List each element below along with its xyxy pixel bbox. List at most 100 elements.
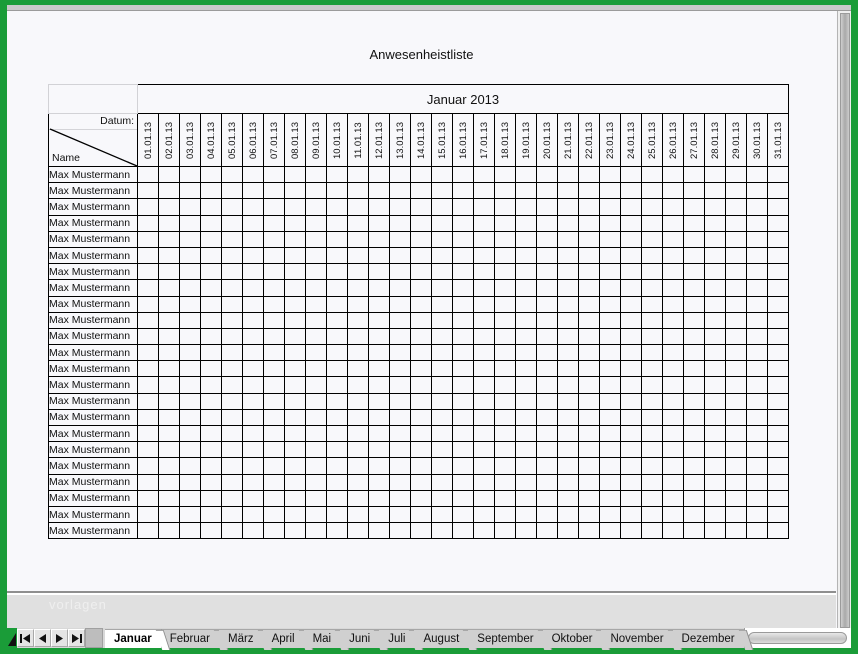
attendance-cell[interactable]	[473, 279, 495, 297]
attendance-cell[interactable]	[263, 392, 285, 410]
attendance-cell[interactable]	[200, 230, 222, 248]
attendance-cell[interactable]	[431, 327, 453, 346]
attendance-cell[interactable]	[431, 182, 453, 200]
attendance-cell[interactable]	[305, 198, 327, 216]
attendance-cell[interactable]	[578, 263, 600, 281]
attendance-cell[interactable]	[452, 457, 474, 475]
attendance-cell[interactable]	[242, 489, 264, 507]
attendance-cell[interactable]	[389, 263, 411, 281]
attendance-cell[interactable]	[620, 295, 642, 313]
attendance-cell[interactable]	[305, 424, 327, 443]
attendance-cell[interactable]	[767, 295, 789, 313]
attendance-cell[interactable]	[158, 441, 180, 459]
attendance-cell[interactable]	[347, 165, 369, 184]
attendance-cell[interactable]	[137, 182, 159, 200]
attendance-cell[interactable]	[494, 344, 516, 362]
attendance-cell[interactable]	[326, 246, 348, 265]
attendance-cell[interactable]	[389, 182, 411, 200]
attendance-cell[interactable]	[242, 279, 264, 297]
attendance-cell[interactable]	[641, 457, 663, 475]
attendance-cell[interactable]	[704, 279, 726, 297]
attendance-cell[interactable]	[662, 424, 684, 443]
attendance-cell[interactable]	[683, 214, 705, 232]
attendance-cell[interactable]	[221, 327, 243, 346]
attendance-cell[interactable]	[137, 246, 159, 265]
attendance-cell[interactable]	[137, 230, 159, 248]
attendance-cell[interactable]	[599, 279, 621, 297]
attendance-cell[interactable]	[557, 198, 579, 216]
employee-name-cell[interactable]: Max Mustermann	[48, 505, 138, 524]
attendance-cell[interactable]	[683, 263, 705, 281]
attendance-cell[interactable]	[158, 165, 180, 184]
attendance-cell[interactable]	[662, 295, 684, 313]
attendance-cell[interactable]	[683, 311, 705, 329]
attendance-cell[interactable]	[179, 376, 201, 394]
attendance-cell[interactable]	[305, 230, 327, 248]
attendance-cell[interactable]	[473, 165, 495, 184]
attendance-cell[interactable]	[683, 295, 705, 313]
attendance-cell[interactable]	[662, 360, 684, 378]
attendance-cell[interactable]	[368, 246, 390, 265]
attendance-cell[interactable]	[242, 522, 264, 540]
attendance-cell[interactable]	[452, 198, 474, 216]
attendance-cell[interactable]	[263, 522, 285, 540]
attendance-cell[interactable]	[683, 327, 705, 346]
attendance-cell[interactable]	[389, 198, 411, 216]
attendance-cell[interactable]	[452, 182, 474, 200]
attendance-cell[interactable]	[494, 424, 516, 443]
attendance-cell[interactable]	[389, 489, 411, 507]
attendance-cell[interactable]	[431, 344, 453, 362]
attendance-cell[interactable]	[221, 344, 243, 362]
attendance-cell[interactable]	[494, 376, 516, 394]
attendance-cell[interactable]	[347, 441, 369, 459]
attendance-cell[interactable]	[746, 327, 768, 346]
attendance-cell[interactable]	[494, 473, 516, 491]
attendance-cell[interactable]	[725, 311, 747, 329]
attendance-cell[interactable]	[557, 489, 579, 507]
attendance-cell[interactable]	[137, 344, 159, 362]
attendance-cell[interactable]	[515, 441, 537, 459]
attendance-cell[interactable]	[641, 424, 663, 443]
employee-name-cell[interactable]: Max Mustermann	[48, 198, 138, 216]
attendance-cell[interactable]	[767, 489, 789, 507]
attendance-cell[interactable]	[515, 263, 537, 281]
attendance-cell[interactable]	[620, 230, 642, 248]
attendance-cell[interactable]	[305, 505, 327, 524]
employee-name-cell[interactable]: Max Mustermann	[48, 344, 138, 362]
attendance-cell[interactable]	[683, 505, 705, 524]
attendance-cell[interactable]	[347, 473, 369, 491]
attendance-cell[interactable]	[578, 392, 600, 410]
employee-name-cell[interactable]: Max Mustermann	[48, 246, 138, 265]
attendance-cell[interactable]	[221, 505, 243, 524]
attendance-cell[interactable]	[473, 376, 495, 394]
attendance-cell[interactable]	[704, 392, 726, 410]
attendance-cell[interactable]	[578, 246, 600, 265]
attendance-cell[interactable]	[494, 214, 516, 232]
attendance-cell[interactable]	[578, 230, 600, 248]
attendance-cell[interactable]	[431, 360, 453, 378]
attendance-cell[interactable]	[578, 214, 600, 232]
attendance-cell[interactable]	[263, 246, 285, 265]
attendance-cell[interactable]	[683, 279, 705, 297]
attendance-cell[interactable]	[557, 408, 579, 427]
attendance-cell[interactable]	[557, 424, 579, 443]
attendance-cell[interactable]	[515, 198, 537, 216]
attendance-cell[interactable]	[200, 263, 222, 281]
attendance-cell[interactable]	[137, 327, 159, 346]
attendance-cell[interactable]	[347, 279, 369, 297]
attendance-cell[interactable]	[746, 344, 768, 362]
attendance-cell[interactable]	[557, 360, 579, 378]
attendance-cell[interactable]	[704, 311, 726, 329]
attendance-cell[interactable]	[767, 424, 789, 443]
attendance-cell[interactable]	[326, 344, 348, 362]
attendance-cell[interactable]	[221, 441, 243, 459]
attendance-cell[interactable]	[284, 182, 306, 200]
attendance-cell[interactable]	[221, 408, 243, 427]
attendance-cell[interactable]	[683, 182, 705, 200]
attendance-cell[interactable]	[347, 392, 369, 410]
attendance-cell[interactable]	[473, 246, 495, 265]
attendance-cell[interactable]	[389, 424, 411, 443]
attendance-cell[interactable]	[452, 522, 474, 540]
attendance-cell[interactable]	[557, 230, 579, 248]
attendance-cell[interactable]	[221, 230, 243, 248]
